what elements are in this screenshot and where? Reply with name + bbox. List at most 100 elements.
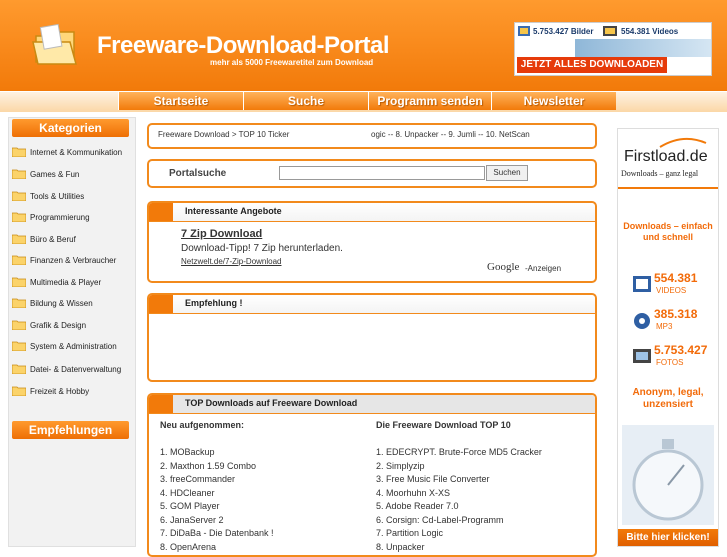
list-item[interactable]: 5. GOM Player — [160, 500, 274, 514]
sidebar-item-label: Freizeit & Hobby — [30, 386, 90, 396]
list-item[interactable]: 6. Corsign: Cd-Label-Programm — [376, 514, 542, 528]
google-logo[interactable]: Google — [487, 261, 519, 273]
list-item[interactable]: 6. JanaServer 2 — [160, 514, 274, 528]
sidebar-item-programmierung[interactable]: Programmierung — [12, 211, 132, 223]
recommendations-title: Empfehlungen — [12, 421, 129, 439]
sidebar-item-label: Multimedia & Player — [30, 277, 102, 287]
breadcrumb-path[interactable]: Freeware Download > TOP 10 Ticker — [158, 130, 289, 139]
nav-programm-senden[interactable]: Programm senden — [368, 92, 491, 110]
sidebar-item-system[interactable]: System & Administration — [12, 340, 132, 352]
ad-stat-label: MP3 — [656, 322, 673, 331]
stopwatch-icon — [622, 425, 714, 525]
list-item[interactable]: 5. Adobe Reader 7.0 — [376, 500, 542, 514]
header-banner-ad[interactable]: 5.753.427 Bilder 554.381 Videos JETZT AL… — [514, 22, 712, 76]
ad-slogan: Downloads – einfach und schnell — [623, 221, 713, 242]
folder-icon — [12, 234, 26, 244]
search-input[interactable] — [279, 166, 485, 180]
top-downloads-title: TOP Downloads auf Freeware Download — [185, 398, 358, 408]
photo-icon — [633, 349, 651, 363]
search-label: Portalsuche — [169, 168, 227, 179]
film-icon — [603, 26, 617, 36]
sidebar-item-bildung[interactable]: Bildung & Wissen — [12, 297, 132, 309]
sidebar-item-label: Tools & Utilities — [30, 191, 85, 201]
categories-title: Kategorien — [12, 119, 129, 137]
ad-brand-sub: Downloads – ganz legal — [621, 169, 699, 178]
sidebar-item-label: Datei- & Datenverwaltung — [30, 364, 122, 374]
top10-ticker[interactable]: ogic -- 8. Unpacker -- 9. Jumli -- 10. N… — [371, 130, 530, 139]
list-item[interactable]: 2. Simplyzip — [376, 460, 542, 474]
music-icon — [634, 313, 650, 329]
list-item[interactable]: 3. Free Music File Converter — [376, 473, 542, 487]
ad-cta-button[interactable]: Bitte hier klicken! — [618, 529, 718, 546]
folder-icon — [12, 147, 26, 157]
ad-text: Download-Tipp! 7 Zip herunterladen. — [181, 243, 343, 254]
site-subtitle: mehr als 5000 Freewaretitel zum Download — [210, 58, 374, 67]
list-item[interactable]: 8. OpenArena — [160, 541, 274, 555]
sidebar-item-label: System & Administration — [30, 341, 117, 351]
sidebar-item-games[interactable]: Games & Fun — [12, 168, 132, 180]
ad-stat-value: 5.753.427 — [654, 343, 708, 357]
recommendation-box: Empfehlung ! — [147, 293, 597, 382]
ad-divider — [618, 187, 718, 189]
folder-logo-icon[interactable] — [30, 22, 80, 70]
offers-box: Interessante Angebote 7 Zip Download Dow… — [147, 201, 597, 283]
list-item[interactable]: 1. EDECRYPT. Brute-Force MD5 Cracker — [376, 446, 542, 460]
site-title[interactable]: Freeware-Download-Portal — [97, 32, 390, 60]
image-icon — [518, 26, 530, 36]
list-item[interactable]: 7. DiDaBa - Die Datenbank ! — [160, 527, 274, 541]
folder-icon — [12, 277, 26, 287]
ad-brand: Firstload.de — [624, 148, 708, 165]
ad-url-link[interactable]: Netzwelt.de/7-Zip-Download — [181, 257, 282, 266]
nav-newsletter[interactable]: Newsletter — [491, 92, 616, 110]
folder-icon — [12, 298, 26, 308]
header-mark — [149, 203, 173, 221]
recommendation-title: Empfehlung ! — [185, 298, 243, 308]
sidebar-item-datei[interactable]: Datei- & Datenverwaltung — [12, 357, 132, 381]
banner-videos-count: 554.381 Videos — [621, 27, 679, 36]
offers-title: Interessante Angebote — [185, 206, 282, 216]
sidebar-item-buero[interactable]: Büro & Beruf — [12, 233, 132, 245]
breadcrumb: Freeware Download > TOP 10 Ticker ogic -… — [147, 123, 597, 149]
list-item[interactable]: 7. Partition Logic — [376, 527, 542, 541]
sidebar-item-grafik[interactable]: Grafik & Design — [12, 319, 132, 331]
list-item[interactable]: 3. freeCommander — [160, 473, 274, 487]
new-list: 1. MOBackup 2. Maxthon 1.59 Combo 3. fre… — [160, 446, 274, 554]
banner-images-count: 5.753.427 Bilder — [533, 27, 594, 36]
top10-heading: Die Freeware Download TOP 10 — [376, 420, 511, 430]
ad-claim: Anonym, legal, unzensiert — [632, 387, 704, 410]
sidebar-item-label: Internet & Kommunikation — [30, 147, 123, 157]
ad-stat-value: 385.318 — [654, 307, 698, 321]
firstload-ad[interactable]: Firstload.de Downloads – ganz legal Down… — [617, 128, 719, 547]
top10-list: 1. EDECRYPT. Brute-Force MD5 Cracker 2. … — [376, 446, 542, 554]
banner-photo — [575, 39, 711, 57]
sidebar-item-label: Programmierung — [30, 212, 90, 222]
sidebar-item-tools[interactable]: Tools & Utilities — [12, 190, 132, 202]
ad-stat-value: 554.381 — [654, 271, 698, 285]
list-item[interactable]: 2. Maxthon 1.59 Combo — [160, 460, 274, 474]
ad-stat-label: FOTOS — [656, 358, 684, 367]
nav-startseite[interactable]: Startseite — [118, 92, 243, 110]
list-item[interactable]: 4. HDCleaner — [160, 487, 274, 501]
nav-suche[interactable]: Suche — [243, 92, 368, 110]
ad-stat-label: VIDEOS — [656, 286, 687, 295]
sidebar-item-label: Finanzen & Verbraucher — [30, 255, 117, 265]
folder-icon — [12, 386, 26, 396]
folder-icon — [12, 169, 26, 179]
ad-title-link[interactable]: 7 Zip Download — [181, 228, 262, 240]
folder-icon — [12, 364, 26, 374]
new-heading: Neu aufgenommen: — [160, 420, 245, 430]
list-item[interactable]: 8. Unpacker — [376, 541, 542, 555]
folder-icon — [12, 191, 26, 201]
list-item[interactable]: 4. Moorhuhn X-XS — [376, 487, 542, 501]
sidebar-item-label: Büro & Beruf — [30, 234, 76, 244]
folder-icon — [12, 320, 26, 330]
banner-download-button[interactable]: JETZT ALLES DOWNLOADEN — [517, 57, 667, 73]
google-anzeigen-link[interactable]: -Anzeigen — [525, 264, 561, 273]
sidebar-item-internet[interactable]: Internet & Kommunikation — [12, 140, 132, 164]
sidebar-item-finanzen[interactable]: Finanzen & Verbraucher — [12, 254, 132, 266]
sidebar-item-multimedia[interactable]: Multimedia & Player — [12, 276, 132, 288]
sidebar-item-freizeit[interactable]: Freizeit & Hobby — [12, 385, 132, 397]
list-item[interactable]: 1. MOBackup — [160, 446, 274, 460]
top-downloads-header: TOP Downloads auf Freeware Download — [149, 395, 595, 414]
search-button[interactable]: Suchen — [486, 165, 528, 181]
